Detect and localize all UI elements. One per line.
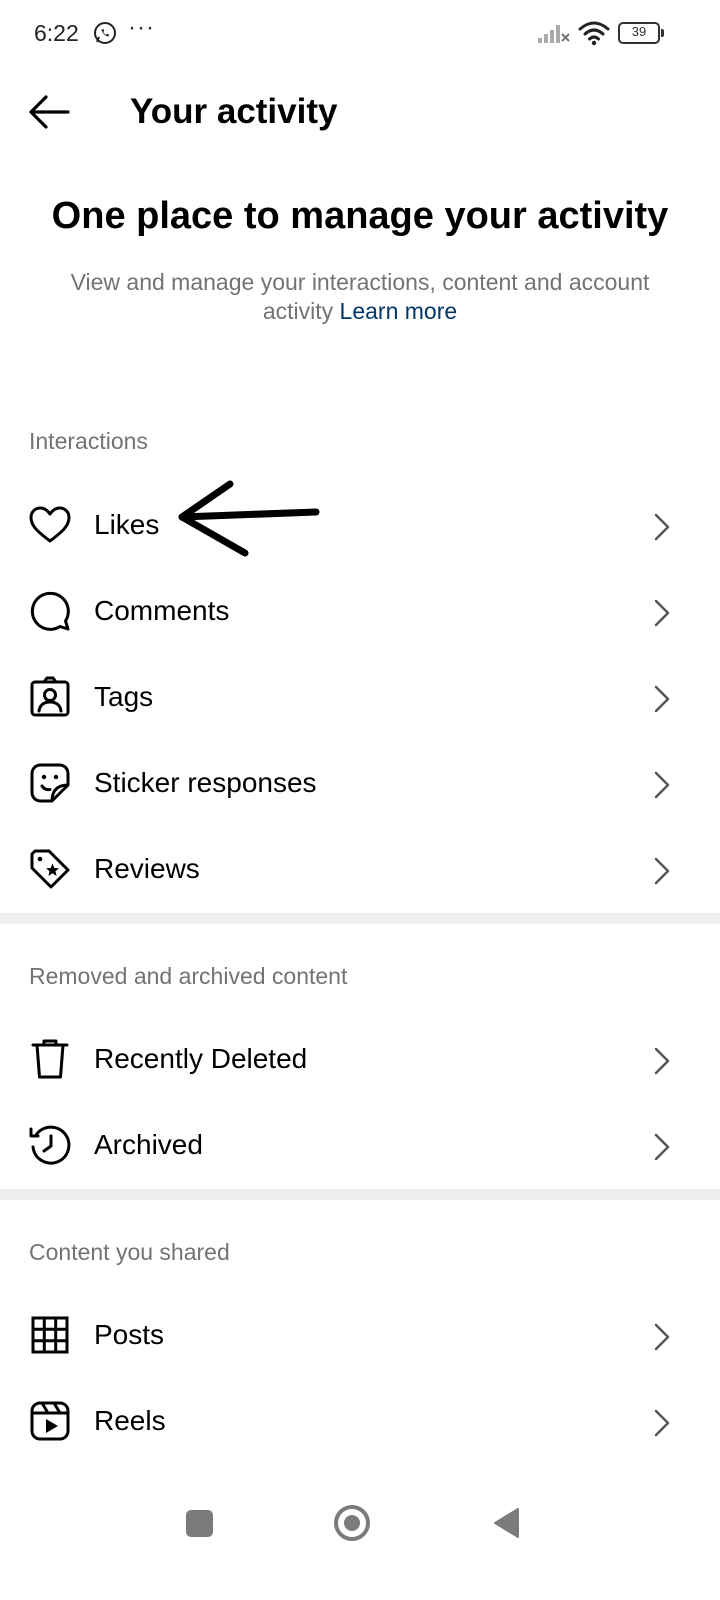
chevron-right-icon (654, 1133, 670, 1161)
battery-icon: 39 (618, 22, 664, 44)
section-divider (0, 1189, 720, 1200)
list-item-reviews[interactable]: Reviews (0, 827, 720, 913)
chevron-right-icon (654, 1409, 670, 1437)
chevron-right-icon (654, 599, 670, 627)
chevron-right-icon (654, 857, 670, 885)
section-title-content-shared: Content you shared (29, 1239, 230, 1265)
learn-more-link[interactable]: Learn more (340, 298, 458, 324)
signal-icon (538, 25, 570, 43)
list-item-archived[interactable]: Archived (0, 1103, 720, 1189)
annotation-arrow-icon (178, 480, 320, 557)
section-title-removed-archived: Removed and archived content (29, 963, 348, 989)
list-item-reels[interactable]: Reels (0, 1379, 720, 1465)
list-item-tags[interactable]: Tags (0, 655, 720, 741)
list-item-label: Comments (94, 595, 230, 626)
whatsapp-icon (94, 22, 116, 44)
section-divider (0, 913, 720, 924)
recents-icon[interactable] (186, 1510, 213, 1537)
page-title: Your activity (130, 92, 338, 131)
intro-heading: One place to manage your activity (51, 195, 669, 237)
list-item-label: Reels (94, 1405, 166, 1436)
list-item-likes[interactable]: Likes (0, 483, 720, 569)
archive-history-icon (29, 1125, 71, 1165)
intro: One place to manage your activity View a… (40, 190, 680, 326)
header: Your activity (0, 78, 720, 148)
heart-icon (29, 506, 71, 543)
review-tag-icon (30, 849, 70, 889)
list-item-label: Posts (94, 1319, 165, 1350)
chevron-right-icon (654, 685, 670, 713)
chevron-right-icon (654, 771, 670, 799)
list-item-posts[interactable]: Posts (0, 1293, 720, 1379)
navigation-bar (0, 1490, 720, 1570)
chevron-right-icon (654, 1047, 670, 1075)
chevron-right-icon (654, 1323, 670, 1351)
list-item-label: Recently Deleted (94, 1043, 308, 1074)
status-bar: 6:22 ··· 39 (0, 0, 720, 68)
section-title-interactions: Interactions (29, 428, 148, 454)
list-item-comments[interactable]: Comments (0, 569, 720, 655)
list-item-sticker-responses[interactable]: Sticker responses (0, 741, 720, 827)
comment-icon (30, 591, 70, 631)
chevron-right-icon (654, 513, 670, 541)
grid-icon (31, 1316, 69, 1354)
reels-icon (30, 1401, 70, 1441)
tag-person-icon (30, 676, 70, 717)
battery-level: 39 (631, 24, 647, 39)
arrow-left-icon[interactable] (26, 90, 74, 134)
more-notifications-icon: ··· (128, 14, 155, 41)
wifi-icon (578, 21, 610, 46)
trash-icon (31, 1039, 69, 1079)
sticker-icon (30, 763, 70, 803)
list-item-label: Likes (94, 509, 160, 540)
list-item-label: Tags (94, 681, 154, 712)
list-item-recently-deleted[interactable]: Recently Deleted (0, 1017, 720, 1103)
back-triangle-icon[interactable] (492, 1507, 520, 1539)
list-item-label: Reviews (94, 853, 200, 884)
status-time: 6:22 (34, 20, 79, 46)
list-item-label: Archived (94, 1129, 203, 1160)
list-item-label: Sticker responses (94, 767, 317, 798)
intro-description: View and manage your interactions, conte… (40, 268, 680, 326)
home-icon[interactable] (334, 1505, 370, 1541)
